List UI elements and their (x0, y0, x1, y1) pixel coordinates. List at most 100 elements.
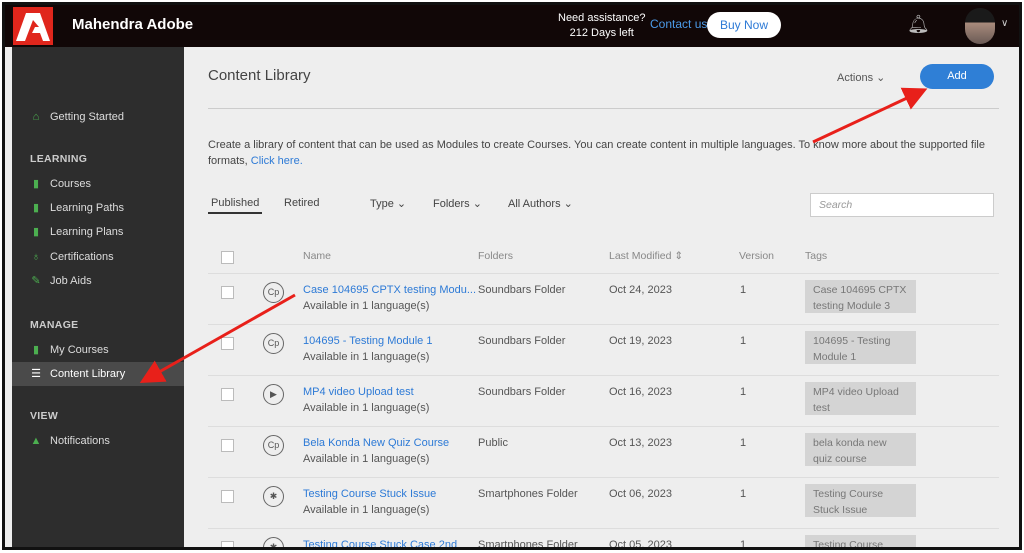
language-availability: Available in 1 language(s) (303, 351, 430, 363)
table-row[interactable]: ✱ Testing Course Stuck Issue Available i… (208, 477, 999, 528)
brand-name: Mahendra Adobe (72, 16, 194, 33)
content-name-link[interactable]: Bela Konda New Quiz Course (303, 437, 449, 449)
sidebar-item-learning-paths[interactable]: ▮ Learning Paths (12, 196, 184, 220)
language-availability: Available in 1 language(s) (303, 300, 430, 312)
sidebar: ⌂ Getting Started LEARNING ▮ Courses ▮ Lear… (12, 47, 184, 547)
actions-dropdown[interactable]: Actions ⌄ (837, 71, 885, 84)
content-name-link[interactable]: Case 104695 CPTX testing Modu... (303, 284, 476, 296)
click-here-link[interactable]: Click here. (251, 155, 303, 167)
buy-now-button[interactable]: Buy Now (707, 12, 781, 38)
last-modified: Oct 16, 2023 (609, 386, 672, 398)
table-row[interactable]: Cp 104695 - Testing Module 1 Available i… (208, 324, 999, 375)
version: 1 (740, 284, 747, 296)
section-manage: MANAGE (30, 319, 79, 331)
version: 1 (740, 335, 747, 347)
table-row[interactable]: Cp Case 104695 CPTX testing Modu... Avai… (208, 273, 999, 324)
home-icon: ⌂ (32, 111, 40, 123)
plan-icon: ▮ (32, 226, 40, 238)
version: 1 (740, 437, 747, 449)
table-row[interactable]: Cp Bela Konda New Quiz Course Available … (208, 426, 999, 477)
folder: Public (478, 437, 508, 449)
sidebar-item-getting-started[interactable]: ⌂ Getting Started (12, 105, 184, 129)
column-name[interactable]: Name (303, 250, 331, 262)
language-availability: Available in 1 language(s) (303, 504, 430, 516)
content-name-link[interactable]: Testing Course Stuck Case 2nd (303, 539, 457, 547)
main-content: Content Library Actions ⌄ Add Create a l… (184, 47, 1019, 547)
sidebar-item-certifications[interactable]: ♁ Certifications (12, 245, 184, 269)
sidebar-item-label: Job Aids (50, 275, 92, 287)
certificate-icon: ♁ (31, 251, 41, 263)
row-checkbox[interactable] (221, 337, 234, 350)
row-checkbox[interactable] (221, 388, 234, 401)
select-all-checkbox[interactable] (221, 251, 234, 264)
content-name-link[interactable]: 104695 - Testing Module 1 (303, 335, 432, 347)
version: 1 (740, 488, 747, 500)
sidebar-item-job-aids[interactable]: ✎ Job Aids (12, 269, 184, 293)
language-availability: Available in 1 language(s) (303, 402, 430, 414)
tab-retired[interactable]: Retired (284, 197, 319, 209)
chevron-down-icon: ⌄ (876, 72, 886, 84)
sidebar-item-label: Certifications (50, 251, 114, 263)
sidebar-item-content-library[interactable]: ☰ Content Library (12, 362, 184, 386)
content-name-link[interactable]: Testing Course Stuck Issue (303, 488, 436, 500)
divider (208, 108, 999, 109)
row-checkbox[interactable] (221, 541, 234, 547)
sidebar-item-learning-plans[interactable]: ▮ Learning Plans (12, 220, 184, 244)
table-row[interactable]: ✱ Testing Course Stuck Case 2nd Smartpho… (208, 528, 999, 550)
last-modified: Oct 24, 2023 (609, 284, 672, 296)
pin-icon: ✎ (31, 275, 41, 287)
content-type-icon: Cp (263, 435, 284, 456)
add-button[interactable]: Add (920, 64, 994, 89)
row-checkbox[interactable] (221, 490, 234, 503)
assistance-text: Need assistance? 212 Days left (558, 11, 645, 41)
row-checkbox[interactable] (221, 439, 234, 452)
chevron-down-icon[interactable]: ∨ (1001, 18, 1008, 29)
search-input[interactable]: Search (810, 193, 994, 217)
folder: Soundbars Folder (478, 335, 566, 347)
section-view: VIEW (30, 410, 59, 422)
book-icon: ▮ (32, 344, 40, 356)
folders-label: Folders (433, 198, 470, 210)
tag-badge: Testing Course Stuck Issue (805, 484, 916, 517)
description: Create a library of content that can be … (208, 137, 998, 169)
column-folders: Folders (478, 250, 514, 262)
content-type-icon: Cp (263, 333, 284, 354)
last-modified: Oct 06, 2023 (609, 488, 672, 500)
adobe-logo[interactable] (13, 7, 53, 45)
column-last-modified[interactable]: Last Modified ⇕ (609, 250, 683, 262)
sidebar-item-notifications[interactable]: ▲ Notifications (12, 429, 184, 453)
folder: Soundbars Folder (478, 284, 566, 296)
avatar[interactable] (965, 8, 995, 44)
bell-icon: ▲ (30, 435, 42, 447)
folder: Smartphones Folder (478, 488, 578, 500)
content-type-icon: Cp (263, 282, 284, 303)
authors-filter[interactable]: All Authors ⌄ (508, 197, 573, 210)
contact-us-link[interactable]: Contact us (650, 17, 707, 31)
type-filter[interactable]: Type ⌄ (370, 197, 406, 210)
top-bar: Mahendra Adobe Need assistance? 212 Days … (5, 5, 1019, 47)
tag-badge: bela konda new quiz course (805, 433, 916, 466)
content-name-link[interactable]: MP4 video Upload test (303, 386, 414, 398)
content-type-icon: ✱ (263, 537, 284, 547)
last-modified: Oct 13, 2023 (609, 437, 672, 449)
table-row[interactable]: ▶ MP4 video Upload test Available in 1 l… (208, 375, 999, 426)
last-modified: Oct 05, 2023 (609, 539, 672, 550)
bell-icon[interactable]: 🔔︎ (907, 14, 930, 35)
app-window: Mahendra Adobe Need assistance? 212 Days … (2, 2, 1022, 550)
sidebar-item-label: Getting Started (50, 111, 124, 123)
content-type-icon: ✱ (263, 486, 284, 507)
row-checkbox[interactable] (221, 286, 234, 299)
version: 1 (740, 386, 747, 398)
section-learning: LEARNING (30, 153, 88, 165)
sidebar-item-my-courses[interactable]: ▮ My Courses (12, 338, 184, 362)
tag-badge: Testing Course (805, 535, 916, 547)
page-title: Content Library (208, 67, 311, 84)
tab-published[interactable]: Published (208, 197, 263, 214)
folders-filter[interactable]: Folders ⌄ (433, 197, 482, 210)
sidebar-item-label: Learning Paths (50, 202, 124, 214)
sidebar-item-courses[interactable]: ▮ Courses (12, 172, 184, 196)
sidebar-item-label: My Courses (50, 344, 109, 356)
days-left: 212 Days left (569, 27, 634, 39)
tag-badge: 104695 - Testing Module 1 (805, 331, 916, 364)
description-text: Create a library of content that can be … (208, 139, 985, 167)
